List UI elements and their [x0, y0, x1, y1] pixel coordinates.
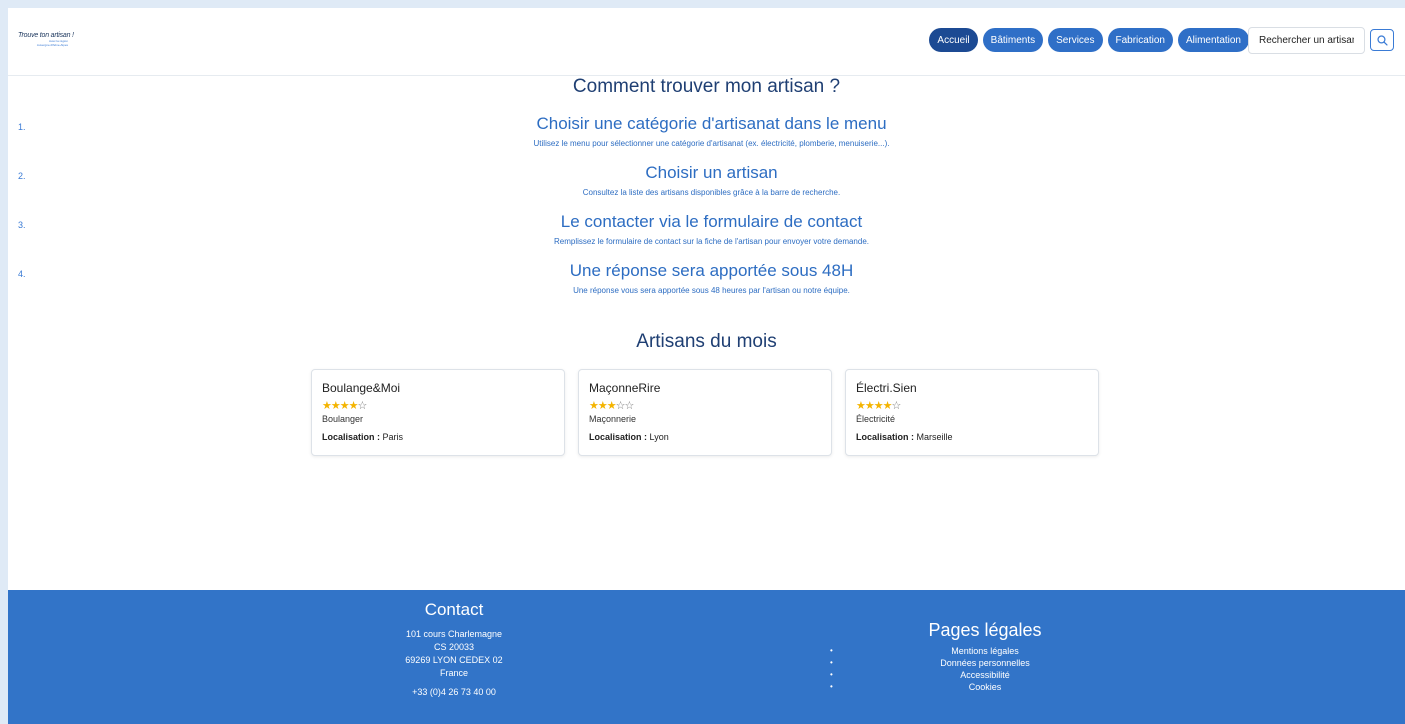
star-filled-icon: ★	[339, 400, 350, 412]
rating-stars: ★★★★☆	[322, 400, 368, 412]
star-filled-icon: ★	[589, 400, 599, 412]
artisan-card[interactable]: Boulange&Moi ★★★★☆ Boulanger Localisatio…	[311, 369, 565, 456]
step-description: Utilisez le menu pour sélectionner une c…	[533, 139, 890, 148]
step-title: Choisir une catégorie d'artisanat dans l…	[536, 114, 887, 133]
legal-title: Pages légales	[928, 620, 1042, 640]
contact-title: Contact	[424, 600, 484, 619]
footer-legal: Pages légales Mentions légales Données p…	[828, 620, 1128, 693]
contact-phone[interactable]: +33 (0)4 26 73 40 00	[354, 687, 554, 697]
artisan-name: Électri.Sien	[856, 381, 917, 395]
legal-link-mentions[interactable]: Mentions légales	[828, 645, 1128, 657]
legal-link-cookies[interactable]: Cookies	[828, 681, 1128, 693]
artisan-category: Boulanger	[322, 414, 364, 424]
search-icon	[1376, 34, 1388, 46]
step-4: 4. Une réponse sera apportée sous 48H Un…	[8, 261, 1405, 295]
header: Trouve ton artisan ! Avec la région Auve…	[8, 8, 1405, 76]
star-empty-icon: ☆	[615, 400, 626, 412]
artisan-category: Électricité	[856, 414, 896, 424]
step-number: 1.	[18, 122, 26, 132]
star-empty-icon: ☆	[624, 400, 635, 412]
rating-stars: ★★★☆☆	[589, 400, 635, 412]
page: Trouve ton artisan ! Avec la région Auve…	[8, 8, 1405, 724]
rating-stars: ★★★★☆	[856, 400, 902, 412]
legal-link-donnees[interactable]: Données personnelles	[828, 657, 1128, 669]
location-label: Localisation :	[322, 432, 381, 442]
step-number: 4.	[18, 269, 26, 279]
search-input[interactable]	[1248, 27, 1365, 54]
footer-contact: Contact 101 cours Charlemagne CS 20033 6…	[354, 600, 554, 697]
nav-accueil[interactable]: Accueil	[929, 28, 978, 52]
footer: Contact 101 cours Charlemagne CS 20033 6…	[8, 590, 1405, 724]
star-filled-icon: ★	[322, 400, 332, 412]
step-title: Choisir un artisan	[645, 163, 778, 182]
step-title: Le contacter via le formulaire de contac…	[560, 212, 863, 231]
artisan-card[interactable]: MaçonneRire ★★★☆☆ Maçonnerie Localisatio…	[578, 369, 832, 456]
main-nav: Accueil Bâtiments Services Fabrication A…	[929, 28, 1249, 52]
step-3: 3. Le contacter via le formulaire de con…	[8, 212, 1405, 246]
location-value: Lyon	[649, 432, 669, 442]
search-button[interactable]	[1370, 29, 1394, 51]
artisan-location: Localisation : Paris	[322, 432, 403, 442]
star-empty-icon: ☆	[357, 400, 368, 412]
artisan-location: Localisation : Marseille	[856, 432, 953, 442]
step-title: Une réponse sera apportée sous 48H	[569, 261, 854, 280]
star-filled-icon: ★	[856, 400, 866, 412]
star-filled-icon: ★	[864, 400, 875, 412]
nav-services[interactable]: Services	[1048, 28, 1103, 52]
star-empty-icon: ☆	[891, 400, 902, 412]
star-filled-icon: ★	[606, 400, 617, 412]
step-description: Consultez la liste des artisans disponib…	[582, 188, 841, 197]
artisan-name: Boulange&Moi	[322, 381, 401, 395]
artisan-name: MaçonneRire	[589, 381, 661, 395]
star-filled-icon: ★	[873, 400, 884, 412]
nav-fabrication[interactable]: Fabrication	[1107, 28, 1173, 52]
howto-title: Comment trouver mon artisan ?	[572, 76, 841, 97]
location-label: Localisation :	[589, 432, 648, 442]
address-line: France	[439, 668, 468, 678]
step-1: 1. Choisir une catégorie d'artisanat dan…	[8, 114, 1405, 148]
nav-alimentation[interactable]: Alimentation	[1177, 28, 1249, 52]
star-filled-icon: ★	[882, 400, 893, 412]
address-line: CS 20033	[433, 642, 475, 652]
star-filled-icon: ★	[348, 400, 359, 412]
artisans-title: Artisans du mois	[636, 331, 777, 352]
step-description: Une réponse vous sera apportée sous 48 h…	[573, 286, 850, 295]
nav-batiments[interactable]: Bâtiments	[982, 28, 1044, 52]
step-number: 3.	[18, 220, 26, 230]
location-value: Marseille	[916, 432, 953, 442]
logo-region: Auvergne-Rhône-Alpes	[36, 43, 68, 47]
location-label: Localisation :	[856, 432, 915, 442]
legal-links: Mentions légales Données personnelles Ac…	[828, 645, 1128, 693]
address-line: 69269 LYON CEDEX 02	[405, 655, 503, 665]
artisan-location: Localisation : Lyon	[589, 432, 669, 442]
star-filled-icon: ★	[597, 400, 608, 412]
step-number: 2.	[18, 171, 26, 181]
step-2: 2. Choisir un artisan Consultez la liste…	[8, 163, 1405, 197]
location-value: Paris	[382, 432, 404, 442]
artisan-category: Maçonnerie	[589, 414, 637, 424]
artisan-card[interactable]: Électri.Sien ★★★★☆ Électricité Localisat…	[845, 369, 1099, 456]
legal-link-accessibilite[interactable]: Accessibilité	[828, 669, 1128, 681]
star-filled-icon: ★	[330, 400, 341, 412]
step-description: Remplissez le formulaire de contact sur …	[553, 237, 869, 246]
address-line: 101 cours Charlemagne	[405, 629, 503, 639]
site-logo[interactable]: Trouve ton artisan ! Avec la région Auve…	[18, 32, 98, 54]
logo-title: Trouve ton artisan !	[18, 32, 74, 39]
